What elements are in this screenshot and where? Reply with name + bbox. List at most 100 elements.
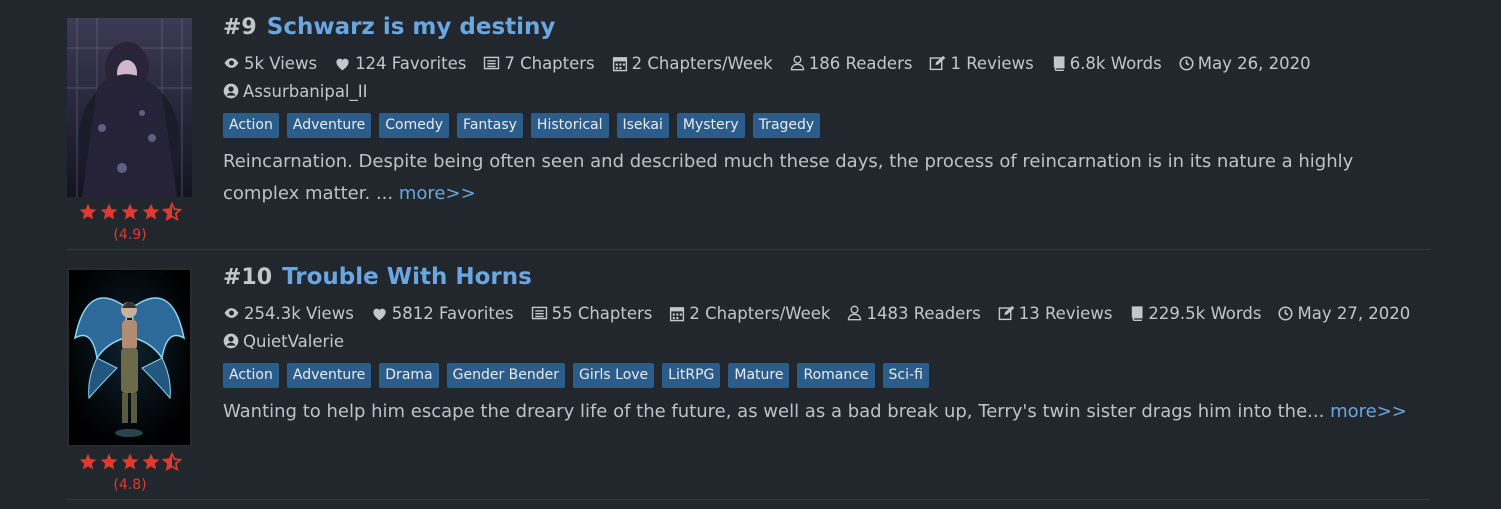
readers-text: 1483 Readers	[866, 303, 981, 323]
description: Reincarnation. Despite being often seen …	[223, 146, 1413, 210]
readers-stat: 1483 Readers	[847, 303, 981, 323]
date-text: May 26, 2020	[1197, 53, 1311, 73]
author-name[interactable]: QuietValerie	[243, 332, 344, 351]
heart-icon	[373, 308, 386, 320]
user-icon	[790, 55, 804, 71]
reviews-stat: 1 Reviews	[929, 53, 1034, 73]
favorites-text: 5812 Favorites	[391, 303, 514, 323]
tag[interactable]: Isekai	[616, 113, 669, 138]
novel-list: (4.9) #9 Schwarz is my destiny 5k Views …	[67, 0, 1430, 500]
favorites-stat: 124 Favorites	[334, 54, 466, 73]
star-icon	[79, 453, 97, 470]
reviews-text: 13 Reviews	[1018, 303, 1113, 323]
eye-icon	[224, 308, 239, 318]
calendar-icon	[670, 306, 685, 321]
clock-icon	[1278, 305, 1293, 321]
star-half-icon	[162, 451, 182, 472]
views-text: 254.3k Views	[244, 303, 354, 323]
star-icon	[142, 203, 160, 220]
user-circle-icon	[223, 83, 239, 99]
book-icon	[1132, 306, 1143, 321]
tag[interactable]: Comedy	[379, 113, 450, 138]
rating-stars	[77, 451, 183, 475]
calendar-icon	[612, 56, 627, 71]
favorites-stat: 5812 Favorites	[371, 304, 514, 323]
tag[interactable]: Adventure	[286, 113, 372, 138]
rating-stars	[77, 201, 183, 225]
tag[interactable]: Historical	[530, 113, 609, 138]
rating-score: (4.9)	[113, 227, 147, 243]
readers-text: 186 Readers	[808, 53, 913, 73]
tag[interactable]: Mature	[728, 363, 790, 388]
eye-icon	[224, 58, 239, 68]
tag[interactable]: Mystery	[676, 113, 745, 138]
more-link[interactable]: more>>	[1330, 401, 1407, 422]
edit-icon	[998, 305, 1014, 321]
chapters-stat: 7 Chapters	[483, 53, 595, 73]
novel-item: (4.8) #10 Trouble With Horns 254.3k View…	[67, 250, 1430, 500]
words-text: 6.8k Words	[1069, 53, 1162, 73]
views-text: 5k Views	[244, 53, 318, 73]
cover-image[interactable]	[67, 18, 192, 197]
tag[interactable]: Adventure	[286, 363, 372, 388]
views-stat: 254.3k Views	[223, 304, 354, 323]
words-stat: 6.8k Words	[1051, 54, 1162, 73]
star-icon	[100, 453, 118, 470]
rank: #10	[223, 265, 273, 290]
author[interactable]: Assurbanipal_II	[223, 78, 1430, 104]
tag[interactable]: LitRPG	[662, 363, 721, 388]
rank: #9	[223, 15, 257, 40]
novel-title-link[interactable]: Schwarz is my destiny	[267, 14, 556, 40]
frequency-text: 2 Chapters/Week	[631, 53, 773, 73]
chapters-stat: 55 Chapters	[531, 303, 653, 323]
tag[interactable]: Tragedy	[752, 113, 821, 138]
stats-row: 5k Views 124 Favorites 7 Chapters 2 Chap…	[223, 48, 1430, 78]
title-row: #9 Schwarz is my destiny	[223, 14, 1430, 48]
rating: (4.8)	[77, 451, 183, 493]
tag[interactable]: Fantasy	[457, 113, 523, 138]
tag[interactable]: Drama	[379, 363, 439, 388]
author[interactable]: QuietValerie	[223, 328, 1430, 354]
tag[interactable]: Sci-fi	[882, 363, 929, 388]
frequency-stat: 2 Chapters/Week	[612, 54, 773, 73]
list-icon	[531, 306, 547, 320]
cover-image[interactable]	[67, 268, 192, 447]
edit-icon	[930, 55, 946, 71]
tag[interactable]: Action	[223, 113, 279, 138]
novel-item: (4.9) #9 Schwarz is my destiny 5k Views …	[67, 0, 1430, 250]
words-text: 229.5k Words	[1148, 303, 1262, 323]
rating: (4.9)	[77, 201, 183, 243]
chapters-text: 55 Chapters	[551, 303, 653, 323]
date-stat: May 27, 2020	[1278, 304, 1410, 323]
chapters-text: 7 Chapters	[504, 53, 595, 73]
tag-list: Action Adventure Comedy Fantasy Historic…	[223, 113, 1430, 140]
user-icon	[848, 305, 862, 321]
frequency-text: 2 Chapters/Week	[689, 303, 831, 323]
readers-stat: 186 Readers	[790, 53, 913, 73]
more-link[interactable]: more>>	[399, 183, 476, 204]
date-stat: May 26, 2020	[1179, 54, 1311, 73]
star-half-icon	[162, 201, 182, 222]
author-name[interactable]: Assurbanipal_II	[243, 82, 368, 101]
star-icon	[142, 453, 160, 470]
reviews-stat: 13 Reviews	[998, 303, 1113, 323]
description: Wanting to help him escape the dreary li…	[223, 396, 1413, 428]
views-stat: 5k Views	[223, 54, 317, 73]
description-text: Wanting to help him escape the dreary li…	[223, 401, 1325, 422]
reviews-text: 1 Reviews	[950, 53, 1034, 73]
words-stat: 229.5k Words	[1129, 304, 1261, 323]
user-circle-icon	[223, 333, 239, 349]
book-icon	[1053, 56, 1065, 71]
tag[interactable]: Gender Bender	[446, 363, 566, 388]
star-icon	[121, 453, 139, 470]
clock-icon	[1179, 55, 1194, 71]
novel-body: #10 Trouble With Horns 254.3k Views 5812…	[223, 264, 1430, 428]
list-icon	[484, 56, 500, 70]
tag[interactable]: Girls Love	[573, 363, 655, 388]
tag[interactable]: Romance	[797, 363, 875, 388]
title-row: #10 Trouble With Horns	[223, 264, 1430, 298]
description-text: Reincarnation. Despite being often seen …	[223, 151, 1354, 204]
tag-list: Action Adventure Drama Gender Bender Gir…	[223, 363, 1430, 390]
novel-title-link[interactable]: Trouble With Horns	[282, 264, 532, 290]
tag[interactable]: Action	[223, 363, 279, 388]
